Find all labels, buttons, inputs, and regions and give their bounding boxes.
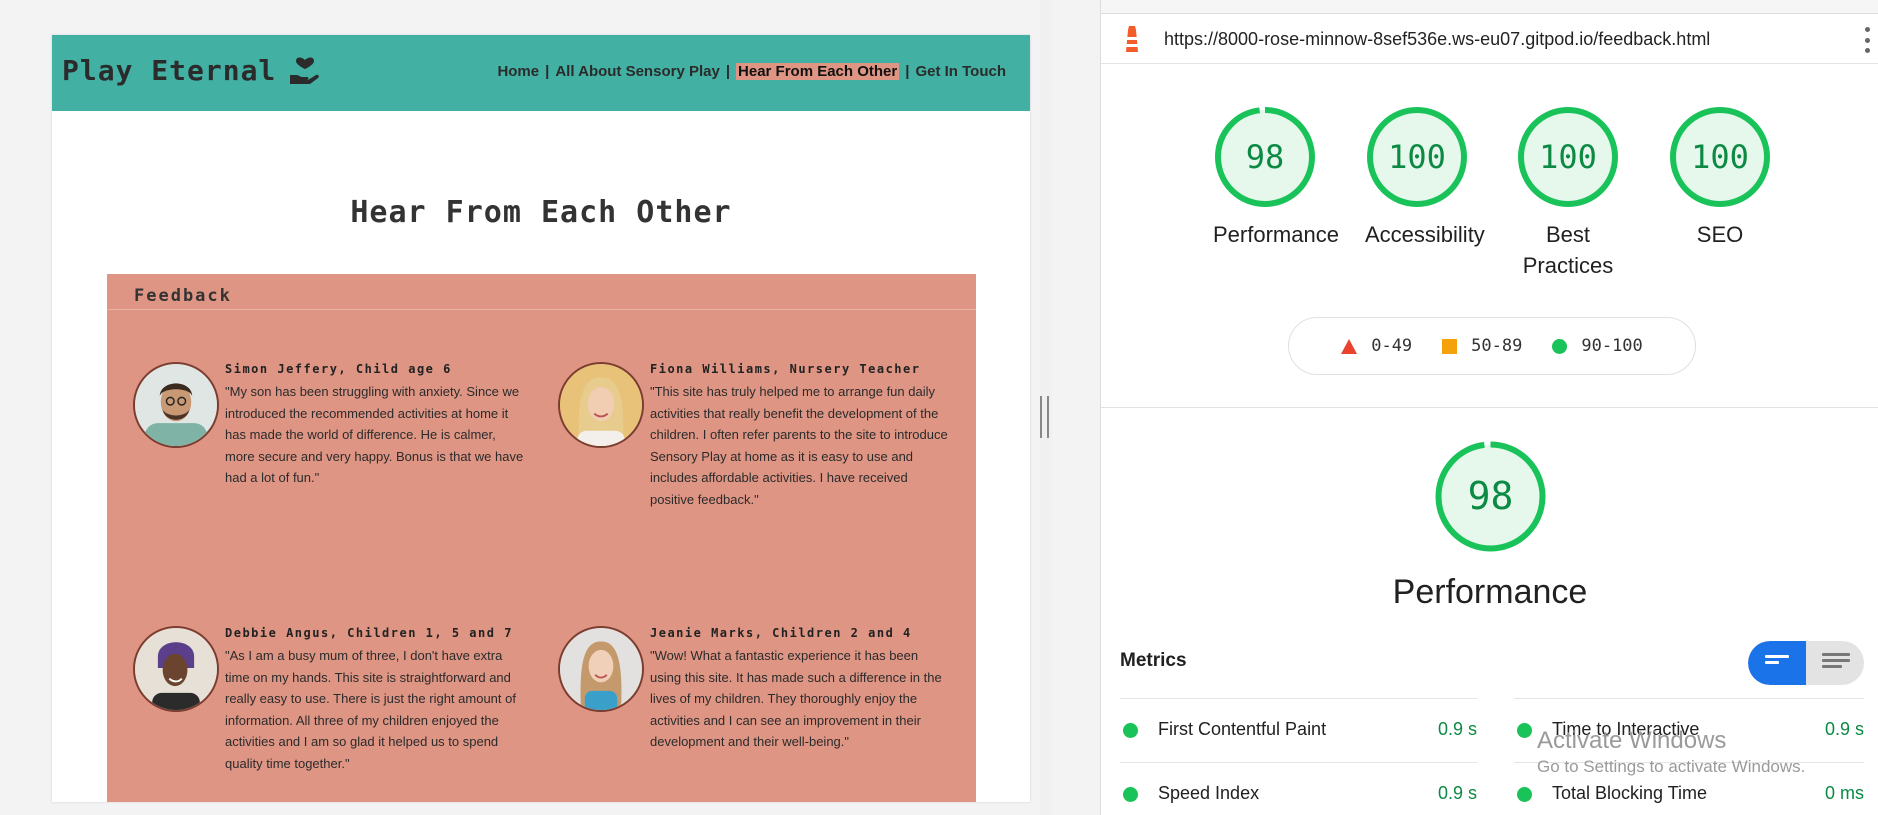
site-nav-links: Home | All About Sensory Play | Hear Fro… xyxy=(497,63,1006,80)
person-photo-icon xyxy=(560,364,642,446)
testimonial-text: "Wow! What a fantastic experience it has… xyxy=(650,648,942,749)
legend-fail-label: 0-49 xyxy=(1371,336,1413,356)
metrics-view-toggle[interactable] xyxy=(1748,641,1864,685)
testimonial-name: Jeanie Marks, Children 2 and 4 xyxy=(650,626,912,640)
legend-average: 50-89 xyxy=(1442,336,1522,356)
watermark-title: Activate Windows xyxy=(1537,727,1727,754)
section-divider xyxy=(1101,407,1878,408)
nav-separator: | xyxy=(905,63,910,80)
splitter-grip[interactable] xyxy=(1040,396,1049,438)
score-gauge-seo[interactable]: 100 SEO xyxy=(1668,105,1772,250)
legend-average-label: 50-89 xyxy=(1471,336,1523,356)
nav-link-home[interactable]: Home xyxy=(497,63,539,80)
brand-logo[interactable]: Play Eternal xyxy=(62,53,322,87)
performance-gauge-large: 98 xyxy=(1434,440,1547,553)
metric-name: First Contentful Paint xyxy=(1158,719,1327,739)
site-viewport: Play Eternal Home | All About Sensory Pl… xyxy=(52,35,1030,802)
watermark-subtitle: Go to Settings to activate Windows. xyxy=(1537,757,1806,776)
testimonial-name: Fiona Williams, Nursery Teacher xyxy=(650,362,921,376)
report-url-bar: https://8000-rose-minnow-8sef536e.ws-eu0… xyxy=(1101,14,1878,64)
testimonial-text: "My son has been struggling with anxiety… xyxy=(225,384,524,485)
testimonial-name: Simon Jeffery, Child age 6 xyxy=(225,362,452,376)
feedback-section: Feedback Simon Jeffery, Child age 6 "My … xyxy=(107,274,976,802)
heart-in-hand-icon xyxy=(290,57,320,84)
square-icon xyxy=(1442,338,1458,354)
report-url[interactable]: https://8000-rose-minnow-8sef536e.ws-eu0… xyxy=(1164,29,1710,50)
person-photo-icon xyxy=(135,364,217,446)
score-legend: 0-49 50-89 90-100 xyxy=(1288,317,1696,375)
avatar xyxy=(558,362,644,448)
score-gauge-best-practices[interactable]: 100 Best Practices xyxy=(1516,105,1620,281)
site-preview-area: Play Eternal Home | All About Sensory Pl… xyxy=(0,0,1100,815)
activate-windows-watermark: Activate Windows Go to Settings to activ… xyxy=(1537,727,1805,777)
nav-separator: | xyxy=(545,63,550,80)
score-label: Best Practices xyxy=(1522,222,1614,278)
score-value: 100 xyxy=(1539,138,1597,176)
feedback-header: Feedback xyxy=(107,274,976,310)
legend-pass: 90-100 xyxy=(1552,336,1643,356)
pass-dot-icon xyxy=(1123,787,1138,802)
compact-view-icon xyxy=(1765,655,1791,671)
nav-link-sensory-play[interactable]: All About Sensory Play xyxy=(555,63,719,80)
metric-value: 0.9 s xyxy=(1437,719,1477,739)
triangle-icon xyxy=(1341,338,1358,354)
score-value: 100 xyxy=(1388,138,1446,176)
score-label: SEO xyxy=(1696,222,1744,247)
avatar xyxy=(133,626,219,712)
toggle-compact-active[interactable] xyxy=(1748,641,1806,685)
score-gauge-performance[interactable]: 98 Performance xyxy=(1213,105,1339,250)
person-photo-icon xyxy=(560,628,642,710)
nav-separator: | xyxy=(725,63,731,80)
report-top-bar xyxy=(1101,0,1878,14)
performance-heading: Performance xyxy=(1392,573,1588,611)
legend-pass-label: 90-100 xyxy=(1581,336,1643,356)
expanded-view-icon[interactable] xyxy=(1822,653,1850,669)
person-photo-icon xyxy=(135,628,217,710)
metric-value: 0 ms xyxy=(1824,783,1864,803)
avatar xyxy=(558,626,644,712)
more-options-icon[interactable] xyxy=(1863,27,1871,53)
lighthouse-report: https://8000-rose-minnow-8sef536e.ws-eu0… xyxy=(1100,0,1878,815)
metric-row: Speed Index 0.9 s xyxy=(1120,762,1477,815)
metric-row: First Contentful Paint 0.9 s xyxy=(1120,698,1477,762)
pass-dot-icon xyxy=(1123,723,1138,738)
pass-dot-icon xyxy=(1517,723,1532,738)
nav-link-feedback-active[interactable]: Hear From Each Other xyxy=(736,63,900,80)
metric-value: 0.9 s xyxy=(1824,719,1864,739)
lighthouse-icon xyxy=(1126,26,1138,52)
page-title: Hear From Each Other xyxy=(350,195,732,230)
metrics-heading: Metrics xyxy=(1120,650,1187,671)
score-label: Performance xyxy=(1213,222,1339,247)
testimonial-name: Debbie Angus, Children 1, 5 and 7 xyxy=(225,626,513,640)
pass-dot-icon xyxy=(1517,787,1532,802)
metric-name: Total Blocking Time xyxy=(1552,783,1708,803)
score-gauge-accessibility[interactable]: 100 Accessibility xyxy=(1365,105,1485,250)
testimonial-text: "As I am a busy mum of three, I don't ha… xyxy=(225,648,516,771)
metric-value: 0.9 s xyxy=(1437,783,1477,803)
brand-name: Play Eternal xyxy=(62,53,277,87)
avatar xyxy=(133,362,219,448)
testimonial-text: "This site has truly helped me to arrang… xyxy=(650,384,948,507)
score-label: Accessibility xyxy=(1365,222,1485,247)
performance-score-value: 98 xyxy=(1467,474,1514,518)
score-value: 100 xyxy=(1691,138,1749,176)
feedback-title: Feedback xyxy=(134,286,232,306)
legend-fail: 0-49 xyxy=(1341,336,1412,356)
score-value: 98 xyxy=(1245,138,1285,176)
nav-link-contact[interactable]: Get In Touch xyxy=(915,63,1006,80)
site-navbar: Play Eternal Home | All About Sensory Pl… xyxy=(52,35,1030,111)
metric-name: Speed Index xyxy=(1158,783,1260,803)
circle-icon xyxy=(1552,338,1568,354)
